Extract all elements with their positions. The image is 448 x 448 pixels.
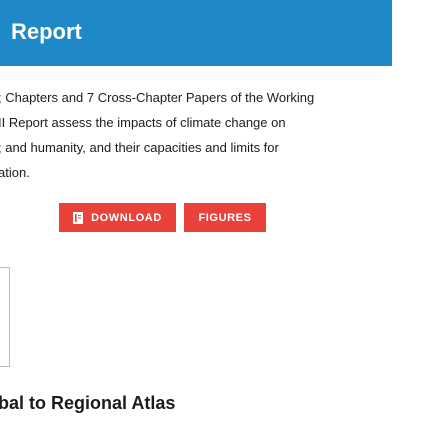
download-button[interactable]: DOWNLOAD (59, 203, 176, 232)
report-header: Report (0, 0, 392, 66)
section-title: bal to Regional Atlas (0, 393, 176, 413)
description-line: ; Chapters and 7 Cross-Chapter Papers of… (0, 90, 315, 105)
description-line: II Report assess the impacts of climate … (0, 115, 286, 130)
figures-button-label: FIGURES (198, 211, 252, 224)
report-description: ; Chapters and 7 Cross-Chapter Papers of… (0, 85, 314, 185)
document-icon (73, 211, 84, 224)
description-line: ation. (0, 165, 30, 180)
download-button-label: DOWNLOAD (91, 211, 162, 224)
page-title: Report (11, 19, 82, 44)
figures-button[interactable]: FIGURES (184, 203, 266, 232)
side-panel (0, 267, 10, 367)
description-line: ; and humanity, and their capacities and… (0, 140, 279, 155)
